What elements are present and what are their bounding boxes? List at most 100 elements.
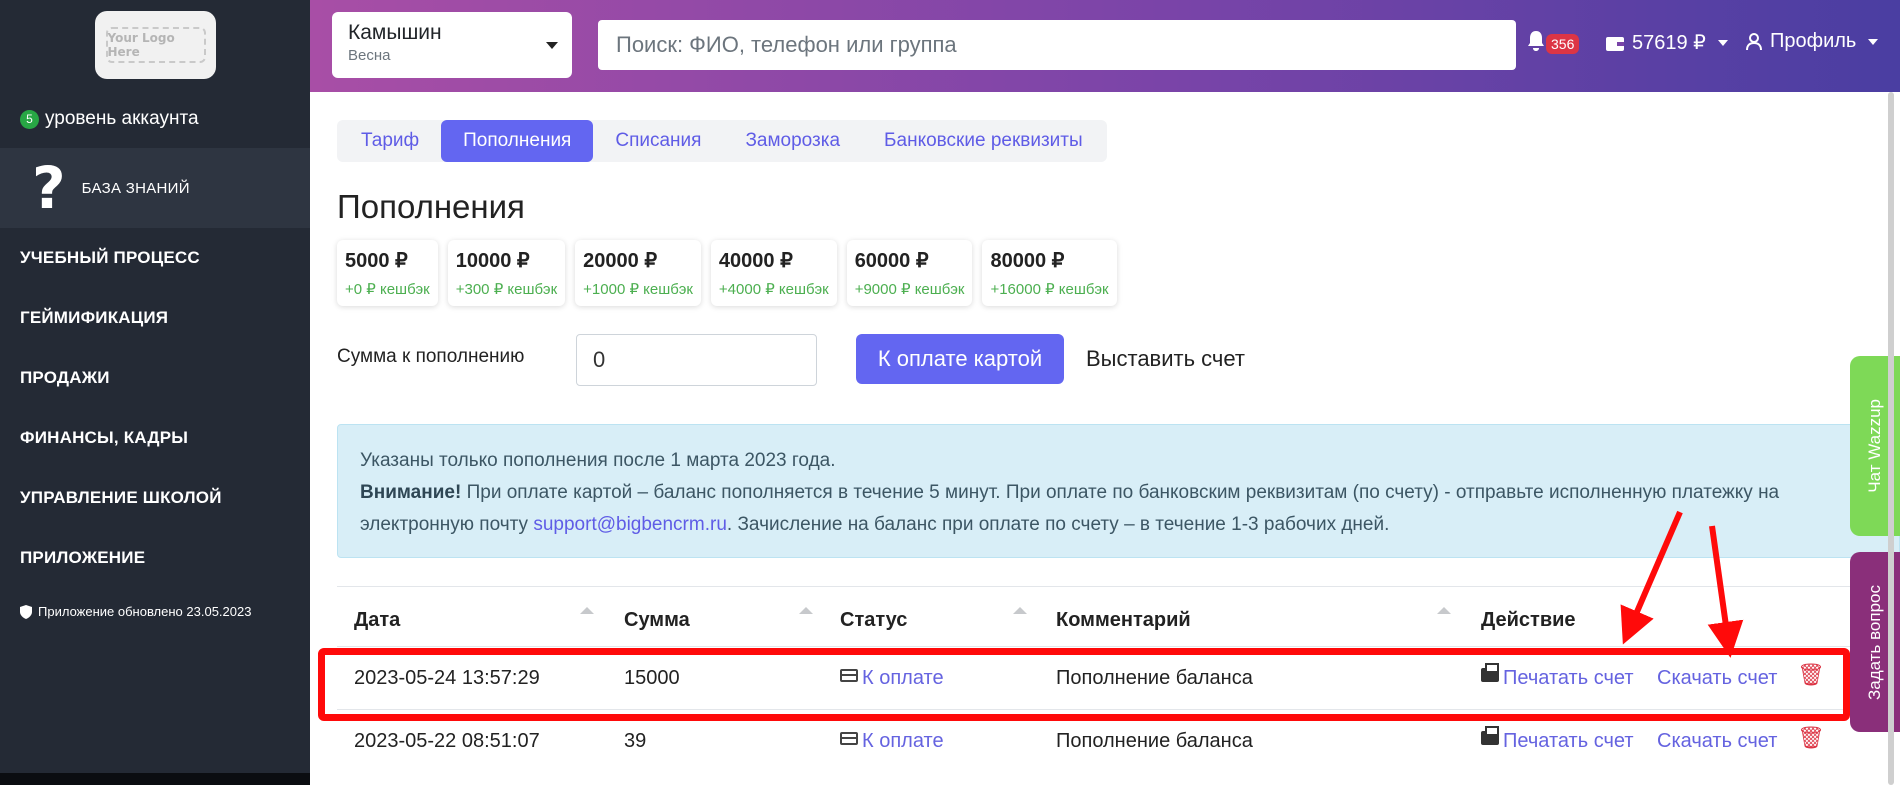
notification-count-badge: 356 [1546,34,1580,54]
row-status-link[interactable]: К оплате [840,667,944,690]
sort-icon[interactable] [1013,607,1027,614]
package-card[interactable]: 20000 ₽ +1000 ₽ кешбэк [575,240,701,306]
package-card[interactable]: 5000 ₽ +0 ₽ кешбэк [337,240,438,306]
sort-icon[interactable] [799,607,813,614]
city-select[interactable]: Камышин Весна [332,12,572,78]
ask-question-label: Задать вопрос [1865,584,1884,700]
print-invoice-link[interactable]: Печатать счет [1481,663,1634,690]
topup-amount-label: Сумма к пополнению [337,346,525,367]
chevron-down-icon [1717,39,1728,46]
row-comment: Пополнение баланса [1056,667,1253,689]
trash-icon[interactable]: 🗑 [1797,726,1825,751]
package-amount: 5000 ₽ [345,250,408,272]
alert-line-1: Указаны только пополнения после 1 марта … [360,450,836,471]
package-amount: 20000 ₽ [583,250,658,272]
support-email-link[interactable]: support@bigbencrm.ru [533,514,727,535]
scrollbar[interactable] [1888,92,1894,785]
sidebar-item-finance[interactable]: ФИНАНСЫ, КАДРЫ [20,420,222,480]
table-row: 2023-05-22 08:51:07 39 К оплате Пополнен… [337,709,1890,772]
credit-card-icon [840,669,858,682]
printer-icon [1481,663,1499,682]
table-row: 2023-05-24 13:57:29 15000 К оплате Попол… [337,646,1890,709]
sidebar-item-school-management[interactable]: УПРАВЛЕНИЕ ШКОЛОЙ [20,480,222,540]
trash-icon[interactable]: 🗑 [1797,663,1825,688]
alert-email-suffix: . Зачисление на баланс при оплате по сче… [726,514,1390,535]
profile-label: Профиль [1770,30,1857,52]
account-level[interactable]: 5 уровень аккаунта [20,108,199,130]
sidebar-item-app[interactable]: ПРИЛОЖЕНИЕ [20,540,222,600]
tab-charges[interactable]: Списания [593,120,723,162]
package-cashback: +1000 ₽ кешбэк [583,281,693,298]
package-amount: 10000 ₽ [455,250,530,272]
row-date: 2023-05-22 08:51:07 [354,730,540,752]
package-cashback: +9000 ₽ кешбэк [854,281,965,298]
package-card[interactable]: 80000 ₽ +16000 ₽ кешбэк [982,240,1117,306]
account-level-badge: 5 [20,109,39,129]
download-invoice-link[interactable]: Скачать счет [1657,667,1777,690]
shield-icon [20,604,32,619]
package-card[interactable]: 10000 ₽ +300 ₽ кешбэк [447,240,566,306]
app-updated-text: Приложение обновлено 23.05.2023 [38,604,252,619]
package-cashback: +16000 ₽ кешбэк [990,281,1109,298]
column-status[interactable]: Статус [840,609,907,632]
print-invoice-link[interactable]: Печатать счет [1481,726,1634,753]
printer-icon [1481,726,1499,745]
print-invoice-label: Печатать счет [1503,730,1634,752]
row-sum: 15000 [624,667,680,689]
alert-text: При оплате картой – баланс пополняется в… [461,482,1780,503]
pay-by-card-button[interactable]: К оплате картой [856,334,1064,384]
tab-freeze[interactable]: Заморозка [723,120,862,162]
city-name: Камышин [348,21,442,44]
knowledge-base-label: БАЗА ЗНАНИЙ [81,179,190,197]
tabs: Тариф Пополнения Списания Заморозка Банк… [337,120,1107,162]
print-invoice-label: Печатать счет [1503,667,1634,689]
row-status: К оплате [862,667,944,689]
info-alert: Указаны только пополнения после 1 марта … [337,424,1900,558]
balance-amount: 57619 ₽ [1632,32,1706,54]
row-sum: 39 [624,730,647,752]
city-season: Весна [348,47,391,64]
topup-amount-input[interactable] [576,334,817,386]
top-header: Камышин Весна 356 57619 ₽ Профиль [310,0,1900,92]
wallet-icon [1606,36,1624,51]
sidebar-menu: УЧЕБНЫЙ ПРОЦЕСС ГЕЙМИФИКАЦИЯ ПРОДАЖИ ФИН… [20,240,222,600]
tab-bank-details[interactable]: Банковские реквизиты [862,120,1105,162]
tab-topups[interactable]: Пополнения [441,120,594,162]
column-comment[interactable]: Комментарий [1056,609,1191,632]
column-sum[interactable]: Сумма [624,609,690,632]
package-amount: 40000 ₽ [718,250,793,272]
topups-table: Дата Сумма Статус Комментарий Действие 2… [337,586,1890,772]
sort-icon[interactable] [1437,607,1451,614]
package-cashback: +0 ₽ кешбэк [345,281,430,298]
row-status: К оплате [862,730,944,752]
package-amount: 60000 ₽ [854,250,929,272]
sidebar-item-gamification[interactable]: ГЕЙМИФИКАЦИЯ [20,300,222,360]
row-date: 2023-05-24 13:57:29 [354,667,540,689]
sidebar-item-sales[interactable]: ПРОДАЖИ [20,360,222,420]
alert-attention: Внимание! [360,482,462,503]
table-header: Дата Сумма Статус Комментарий Действие [337,586,1890,646]
package-card[interactable]: 40000 ₽ +4000 ₽ кешбэк [710,240,837,306]
sort-icon[interactable] [580,607,594,614]
row-status-link[interactable]: К оплате [840,730,944,753]
knowledge-base-link[interactable]: ? БАЗА ЗНАНИЙ [0,148,310,228]
credit-card-icon [840,732,858,745]
column-action: Действие [1481,609,1576,631]
search-input[interactable] [598,20,1516,70]
column-date[interactable]: Дата [354,609,400,632]
page-title: Пополнения [337,188,525,225]
sidebar-item-learning[interactable]: УЧЕБНЫЙ ПРОЦЕСС [20,240,222,300]
tab-tariff[interactable]: Тариф [339,120,441,162]
package-card[interactable]: 60000 ₽ +9000 ₽ кешбэк [846,240,973,306]
sidebar: Your Logo Here 5 уровень аккаунта ? БАЗА… [0,0,310,785]
balance-dropdown[interactable]: 57619 ₽ [1606,30,1728,55]
profile-dropdown[interactable]: Профиль [1746,30,1879,53]
chevron-down-icon [1868,38,1879,45]
question-icon: ? [32,154,66,222]
topup-packages: 5000 ₽ +0 ₽ кешбэк 10000 ₽ +300 ₽ кешбэк… [337,240,1117,306]
logo[interactable]: Your Logo Here [95,11,216,79]
bell-icon[interactable] [1526,30,1546,52]
logo-placeholder: Your Logo Here [105,27,206,63]
download-invoice-link[interactable]: Скачать счет [1657,730,1777,753]
issue-invoice-button[interactable]: Выставить счет [1086,346,1245,372]
